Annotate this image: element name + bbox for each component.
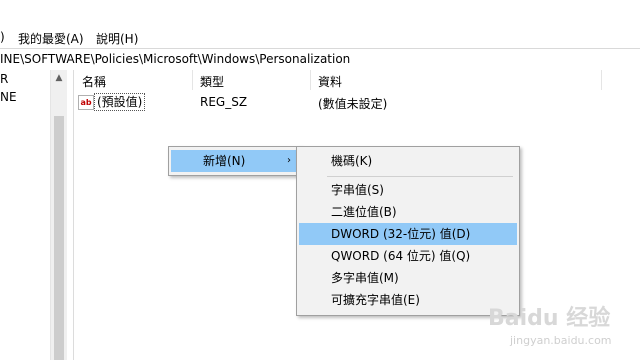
menu-item-expandable-string-label: 可擴充字串值(E) xyxy=(331,293,420,307)
column-divider[interactable] xyxy=(192,70,193,90)
menu-item-favorites[interactable]: 我的最愛(A) xyxy=(18,30,84,47)
menu-item-string-value[interactable]: 字串值(S) xyxy=(299,179,517,201)
column-header-data[interactable]: 資料 xyxy=(318,73,342,90)
column-divider[interactable] xyxy=(601,70,602,90)
context-menu: 新增(N) › xyxy=(168,146,302,176)
menu-separator xyxy=(327,176,513,177)
row-name[interactable]: (預設值) xyxy=(94,93,146,111)
row-data: (數值未設定) xyxy=(318,97,388,111)
watermark-url: jingyan.baidu.com xyxy=(510,334,612,347)
scroll-up-arrow-icon[interactable]: ▲ xyxy=(51,70,67,86)
column-divider[interactable] xyxy=(310,70,311,90)
menu-bar: ) 我的最愛(A) 說明(H) xyxy=(0,28,640,48)
menu-item-new[interactable]: 新增(N) › xyxy=(171,150,299,172)
menu-item-qword-value[interactable]: QWORD (64 位元) 值(Q) xyxy=(299,245,517,267)
menu-item-key-label: 機碼(K) xyxy=(331,154,373,168)
menu-item-string-label: 字串值(S) xyxy=(331,183,384,197)
address-path[interactable]: INE\SOFTWARE\Policies\Microsoft\Windows\… xyxy=(0,52,350,66)
menu-item-multi-string-label: 多字串值(M) xyxy=(331,271,399,285)
menu-item-key[interactable]: 機碼(K) xyxy=(299,150,517,172)
scroll-thumb[interactable] xyxy=(54,116,64,360)
menu-item-dword-value[interactable]: DWORD (32-位元) 值(D) xyxy=(299,223,517,245)
submenu-arrow-icon: › xyxy=(287,155,291,166)
menu-item-qword-label: QWORD (64 位元) 值(Q) xyxy=(331,249,471,263)
menu-item-multi-string-value[interactable]: 多字串值(M) xyxy=(299,267,517,289)
pane-splitter[interactable] xyxy=(67,70,74,360)
menu-item-new-label: 新增(N) xyxy=(203,154,246,168)
address-bar[interactable]: INE\SOFTWARE\Policies\Microsoft\Windows\… xyxy=(0,48,640,71)
row-type: REG_SZ xyxy=(200,95,248,109)
watermark-logo: Baidu 经验 xyxy=(488,306,611,331)
menu-item-expandable-string-value[interactable]: 可擴充字串值(E) xyxy=(299,289,517,311)
menu-item-prev[interactable]: ) xyxy=(0,30,5,44)
column-header-type[interactable]: 類型 xyxy=(200,73,224,90)
menu-item-binary-value[interactable]: 二進位值(B) xyxy=(299,201,517,223)
tree-node[interactable]: R xyxy=(0,72,8,86)
tree-node[interactable]: NE xyxy=(0,90,17,104)
menu-item-help[interactable]: 說明(H) xyxy=(96,30,138,47)
table-row[interactable]: ab (預設值) REG_SZ (數值未設定) xyxy=(74,92,640,112)
column-header-name[interactable]: 名稱 xyxy=(82,73,106,90)
list-header: 名稱 類型 資料 xyxy=(74,70,640,90)
menu-item-dword-label: DWORD (32-位元) 值(D) xyxy=(331,227,471,241)
menu-item-binary-label: 二進位值(B) xyxy=(331,205,397,219)
string-value-icon: ab xyxy=(78,95,94,110)
tree-scrollbar[interactable]: ▲ xyxy=(50,70,67,360)
new-submenu: 機碼(K) 字串值(S) 二進位值(B) DWORD (32-位元) 值(D) … xyxy=(296,146,520,316)
tree-pane: R NE xyxy=(0,70,50,360)
